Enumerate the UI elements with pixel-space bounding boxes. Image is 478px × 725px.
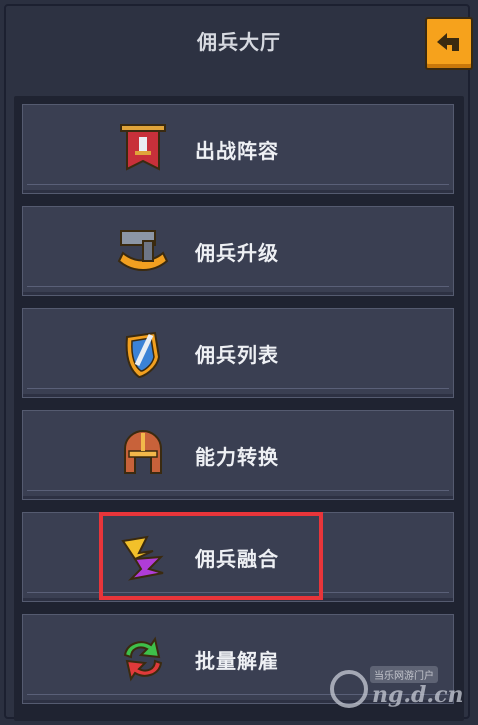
divider bbox=[27, 388, 449, 389]
watermark: 当乐网游门户 ng.d.cn bbox=[330, 660, 470, 716]
watermark-logo-icon bbox=[330, 670, 368, 708]
highlight-box bbox=[99, 512, 323, 600]
menu-item-label: 出战阵容 bbox=[195, 139, 279, 163]
menu-item-label: 能力转换 bbox=[195, 445, 279, 469]
watermark-big-text: ng.d.cn bbox=[372, 682, 464, 708]
watermark-small-text: 当乐网游门户 bbox=[370, 666, 438, 683]
menu-item-label: 批量解雇 bbox=[195, 649, 279, 673]
sword-shield-icon bbox=[125, 331, 161, 379]
banner-icon bbox=[120, 124, 166, 171]
divider bbox=[27, 286, 449, 287]
hammer-icon bbox=[117, 230, 169, 271]
helmet-icon bbox=[124, 429, 162, 474]
menu-item-list[interactable]: 佣兵列表 bbox=[22, 308, 454, 398]
back-arrow-icon bbox=[437, 33, 459, 51]
divider bbox=[27, 490, 449, 491]
divider bbox=[27, 184, 449, 185]
recycle-icon bbox=[123, 636, 163, 682]
back-button[interactable] bbox=[425, 17, 473, 70]
page-title: 佣兵大厅 bbox=[197, 30, 281, 54]
menu-item-label: 佣兵列表 bbox=[195, 343, 279, 367]
menu-item-upgrade[interactable]: 佣兵升级 bbox=[22, 206, 454, 296]
menu-item-ability-convert[interactable]: 能力转换 bbox=[22, 410, 454, 500]
menu-item-label: 佣兵升级 bbox=[195, 241, 279, 265]
menu-item-lineup[interactable]: 出战阵容 bbox=[22, 104, 454, 194]
